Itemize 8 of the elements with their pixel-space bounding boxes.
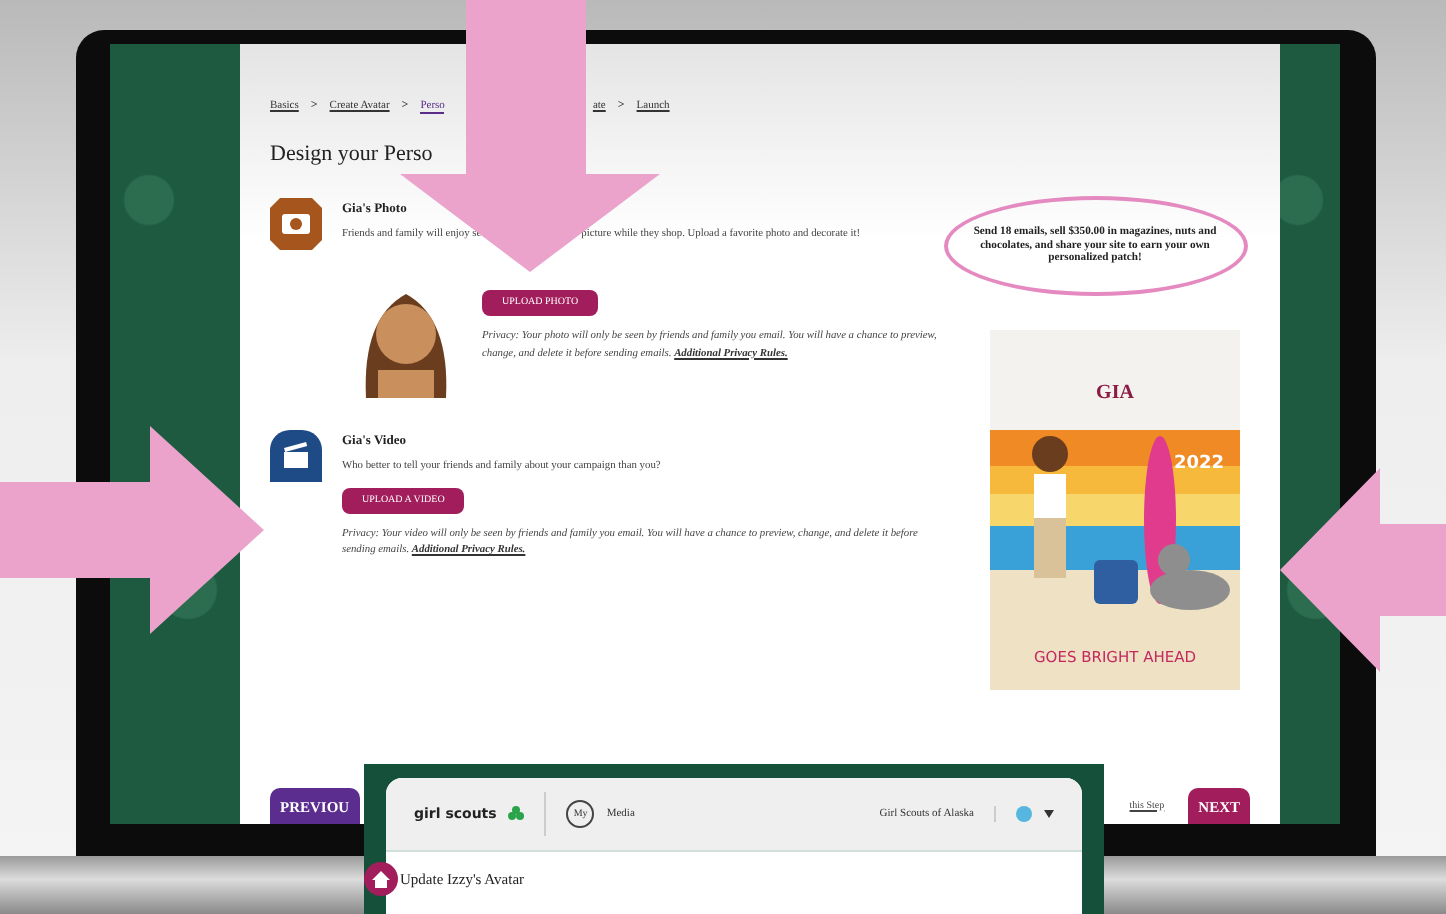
home-icon[interactable] [364, 862, 398, 896]
patch-name: GIA [1094, 382, 1136, 404]
patch-year: 2022 [1173, 454, 1224, 474]
trefoil-icon [508, 806, 525, 822]
camera-icon [270, 198, 322, 250]
clapperboard-icon [270, 430, 322, 482]
caret-icon[interactable] [1044, 810, 1054, 818]
page-heading: Design your Perso [270, 142, 435, 166]
